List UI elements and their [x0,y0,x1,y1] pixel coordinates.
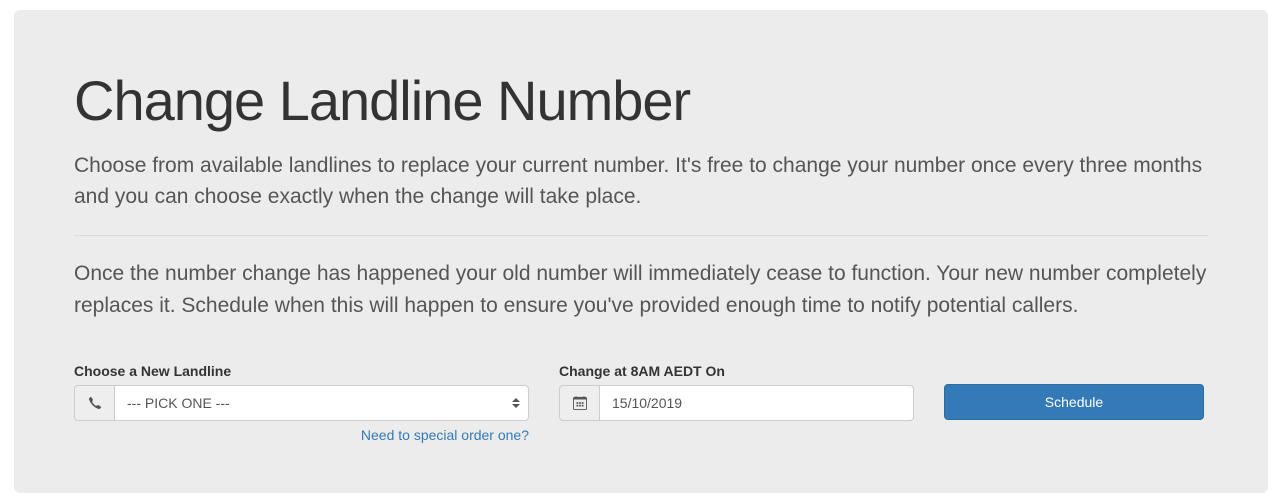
date-group: Change at 8AM AEDT On [559,363,914,421]
phone-icon [74,385,114,421]
landline-group: Choose a New Landline --- PICK ONE --- N… [74,363,529,443]
lead-text: Choose from available landlines to repla… [74,150,1208,213]
landline-select[interactable]: --- PICK ONE --- [114,385,529,421]
calendar-icon [559,385,599,421]
change-landline-panel: Change Landline Number Choose from avail… [14,10,1268,493]
landline-input-group: --- PICK ONE --- [74,385,529,421]
form-row: Choose a New Landline --- PICK ONE --- N… [74,363,1208,443]
date-label: Change at 8AM AEDT On [559,363,914,379]
landline-label: Choose a New Landline [74,363,529,379]
divider [74,235,1208,236]
special-order-link[interactable]: Need to special order one? [74,427,529,443]
schedule-button[interactable]: Schedule [944,384,1204,420]
submit-group: Schedule [944,363,1204,420]
date-input-group [559,385,914,421]
page-title: Change Landline Number [74,70,1208,132]
date-input[interactable] [599,385,914,421]
info-text: Once the number change has happened your… [74,258,1208,323]
